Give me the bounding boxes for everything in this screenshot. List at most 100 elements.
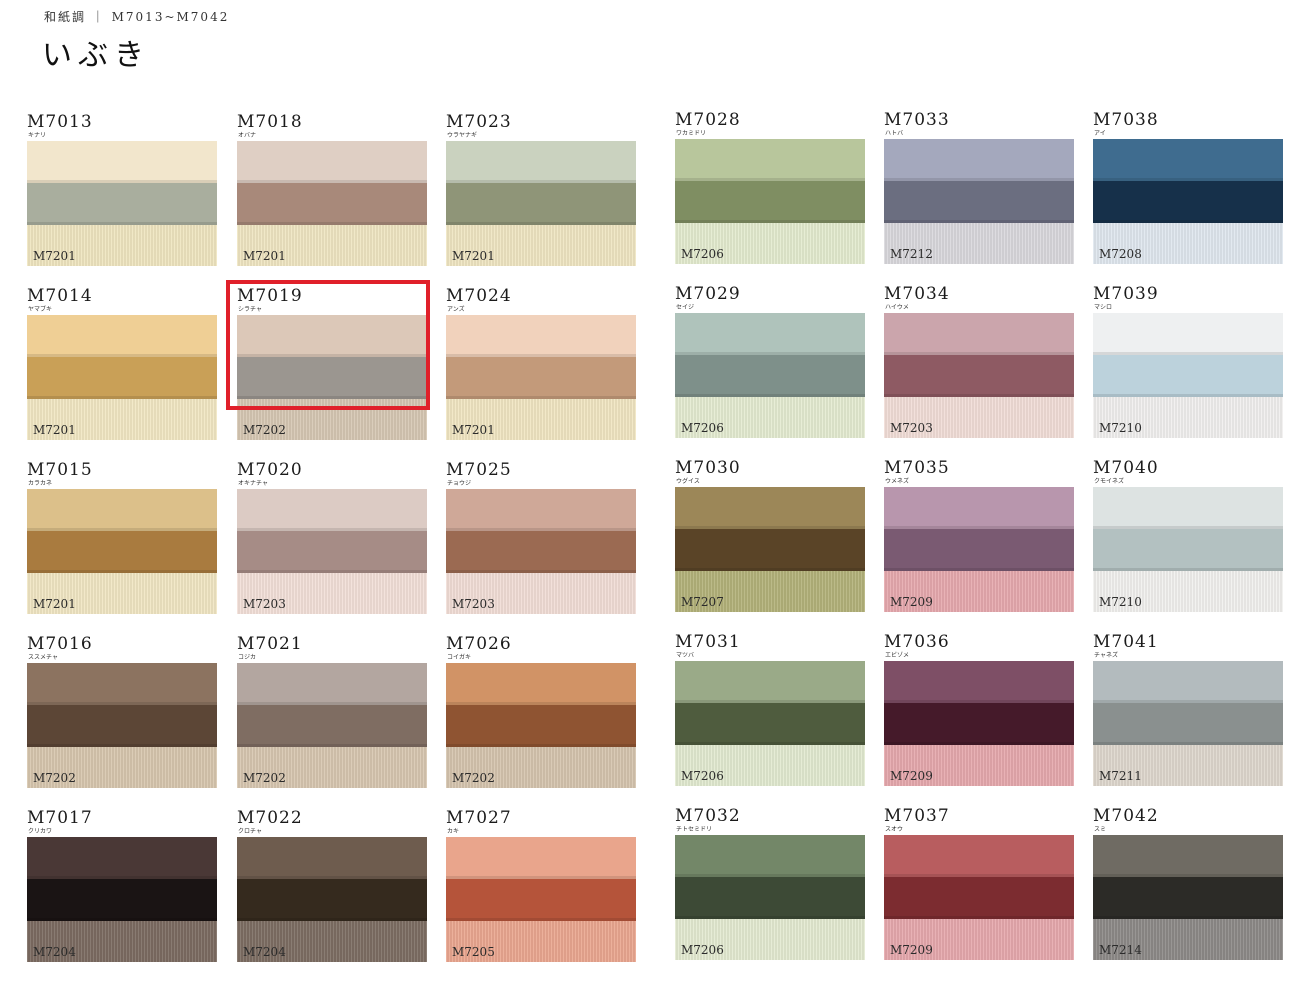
swatch-card[interactable]: M7034 ハイウメ M7203 <box>884 284 1074 438</box>
swatch-code: M7016 <box>27 634 93 654</box>
swatch-liner-code: M7206 <box>681 247 724 261</box>
swatch-liner-code: M7203 <box>890 421 933 435</box>
swatch-liner-code: M7204 <box>243 945 286 959</box>
swatch-code: M7036 <box>884 632 950 652</box>
swatch-kana: カラカネ <box>28 480 53 487</box>
swatch-code: M7039 <box>1093 284 1159 304</box>
swatch-code: M7023 <box>446 112 512 132</box>
swatch-kana: マシロ <box>1094 304 1113 311</box>
swatch-liner-code: M7209 <box>890 943 933 957</box>
swatch-code: M7027 <box>446 808 512 828</box>
swatch-sample: M7202 <box>446 663 636 788</box>
swatch-top-layer <box>675 487 865 529</box>
swatch-liner-code: M7201 <box>33 597 76 611</box>
swatch-card[interactable]: M7037 スオウ M7209 <box>884 806 1074 960</box>
swatch-code: M7042 <box>1093 806 1159 826</box>
swatch-kana: クリカワ <box>28 828 53 835</box>
swatch-card[interactable]: M7023 ウラヤナギ M7201 <box>446 112 636 266</box>
swatch-kana: ウメネズ <box>885 478 910 485</box>
swatch-sample: M7210 <box>1093 487 1283 612</box>
swatch-kana: ハトバ <box>885 130 904 137</box>
swatch-top-layer <box>446 837 636 879</box>
swatch-sample: M7201 <box>237 141 427 266</box>
swatch-card[interactable]: M7038 アイ M7208 <box>1093 110 1283 264</box>
swatch-card[interactable]: M7022 クロチャ M7204 <box>237 808 427 962</box>
swatch-mid-layer <box>446 705 636 747</box>
swatch-liner-code: M7206 <box>681 421 724 435</box>
swatch-sample: M7206 <box>675 313 865 438</box>
swatch-top-layer <box>237 837 427 879</box>
swatch-card[interactable]: M7026 コイガキ M7202 <box>446 634 636 788</box>
swatch-card[interactable]: M7018 オバナ M7201 <box>237 112 427 266</box>
swatch-liner-code: M7202 <box>243 423 286 437</box>
swatch-card[interactable]: M7024 アンズ M7201 <box>446 286 636 440</box>
swatch-liner-code: M7202 <box>243 771 286 785</box>
swatch-code: M7031 <box>675 632 741 652</box>
swatch-mid-layer <box>884 355 1074 397</box>
swatch-liner-code: M7201 <box>243 249 286 263</box>
swatch-kana: オバナ <box>238 132 257 139</box>
swatch-card[interactable]: M7014 ヤマブキ M7201 <box>27 286 217 440</box>
swatch-card[interactable]: M7041 チャネズ M7211 <box>1093 632 1283 786</box>
header-category: 和紙調 ｜ M7013~M7042 <box>44 10 230 24</box>
swatch-top-layer <box>1093 313 1283 355</box>
swatch-kana: アイ <box>1094 130 1106 137</box>
swatch-kana: スミ <box>1094 826 1107 833</box>
swatch-kana: オキナチャ <box>238 480 268 487</box>
swatch-sample: M7204 <box>27 837 217 962</box>
swatch-mid-layer <box>446 357 636 399</box>
swatch-card[interactable]: M7016 ススメチャ M7202 <box>27 634 217 788</box>
swatch-liner-code: M7202 <box>33 771 76 785</box>
swatch-card[interactable]: M7021 コジカ M7202 <box>237 634 427 788</box>
swatch-card[interactable]: M7017 クリカワ M7204 <box>27 808 217 962</box>
swatch-mid-layer <box>1093 703 1283 745</box>
swatch-card[interactable]: M7033 ハトバ M7212 <box>884 110 1074 264</box>
swatch-sample: M7201 <box>27 141 217 266</box>
swatch-kana: アンズ <box>447 306 465 313</box>
swatch-card[interactable]: M7039 マシロ M7210 <box>1093 284 1283 438</box>
swatch-card[interactable]: M7030 ウグイス M7207 <box>675 458 865 612</box>
swatch-mid-layer <box>1093 529 1283 571</box>
swatch-code: M7033 <box>884 110 950 130</box>
swatch-card[interactable]: M7019 シラチャ M7202 <box>237 286 427 440</box>
swatch-card[interactable]: M7042 スミ M7214 <box>1093 806 1283 960</box>
swatch-card[interactable]: M7031 マツバ M7206 <box>675 632 865 786</box>
swatch-mid-layer <box>237 705 427 747</box>
swatch-sample: M7206 <box>675 139 865 264</box>
swatch-kana: ススメチャ <box>28 654 58 661</box>
swatch-card[interactable]: M7027 カキ M7205 <box>446 808 636 962</box>
swatch-card[interactable]: M7013 キナリ M7201 <box>27 112 217 266</box>
swatch-liner-code: M7201 <box>452 423 495 437</box>
swatch-top-layer <box>237 663 427 705</box>
swatch-card[interactable]: M7029 セイジ M7206 <box>675 284 865 438</box>
swatch-code: M7028 <box>675 110 741 130</box>
swatch-card[interactable]: M7035 ウメネズ M7209 <box>884 458 1074 612</box>
swatch-mid-layer <box>884 529 1074 571</box>
swatch-card[interactable]: M7020 オキナチャ M7203 <box>237 460 427 614</box>
swatch-code: M7037 <box>884 806 950 826</box>
swatch-mid-layer <box>1093 355 1283 397</box>
swatch-card[interactable]: M7032 チトセミドリ M7206 <box>675 806 865 960</box>
swatch-top-layer <box>884 139 1074 181</box>
swatch-card[interactable]: M7040 クモイネズ M7210 <box>1093 458 1283 612</box>
swatch-code: M7026 <box>446 634 512 654</box>
swatch-mid-layer <box>237 531 427 573</box>
swatch-card[interactable]: M7036 エビゾメ M7209 <box>884 632 1074 786</box>
swatch-mid-layer <box>1093 877 1283 919</box>
swatch-mid-layer <box>446 531 636 573</box>
swatch-code: M7015 <box>27 460 93 480</box>
swatch-code: M7018 <box>237 112 303 132</box>
swatch-liner-code: M7210 <box>1099 595 1142 609</box>
swatch-mid-layer <box>884 877 1074 919</box>
swatch-sample: M7202 <box>27 663 217 788</box>
swatch-card[interactable]: M7015 カラカネ M7201 <box>27 460 217 614</box>
swatch-sample: M7210 <box>1093 313 1283 438</box>
swatch-code: M7032 <box>675 806 741 826</box>
swatch-card[interactable]: M7028 ワカミドリ M7206 <box>675 110 865 264</box>
swatch-liner-code: M7203 <box>452 597 495 611</box>
swatch-mid-layer <box>237 183 427 225</box>
swatch-mid-layer <box>27 531 217 573</box>
swatch-card[interactable]: M7025 チョウジ M7203 <box>446 460 636 614</box>
swatch-mid-layer <box>675 877 865 919</box>
swatch-sample: M7214 <box>1093 835 1283 960</box>
